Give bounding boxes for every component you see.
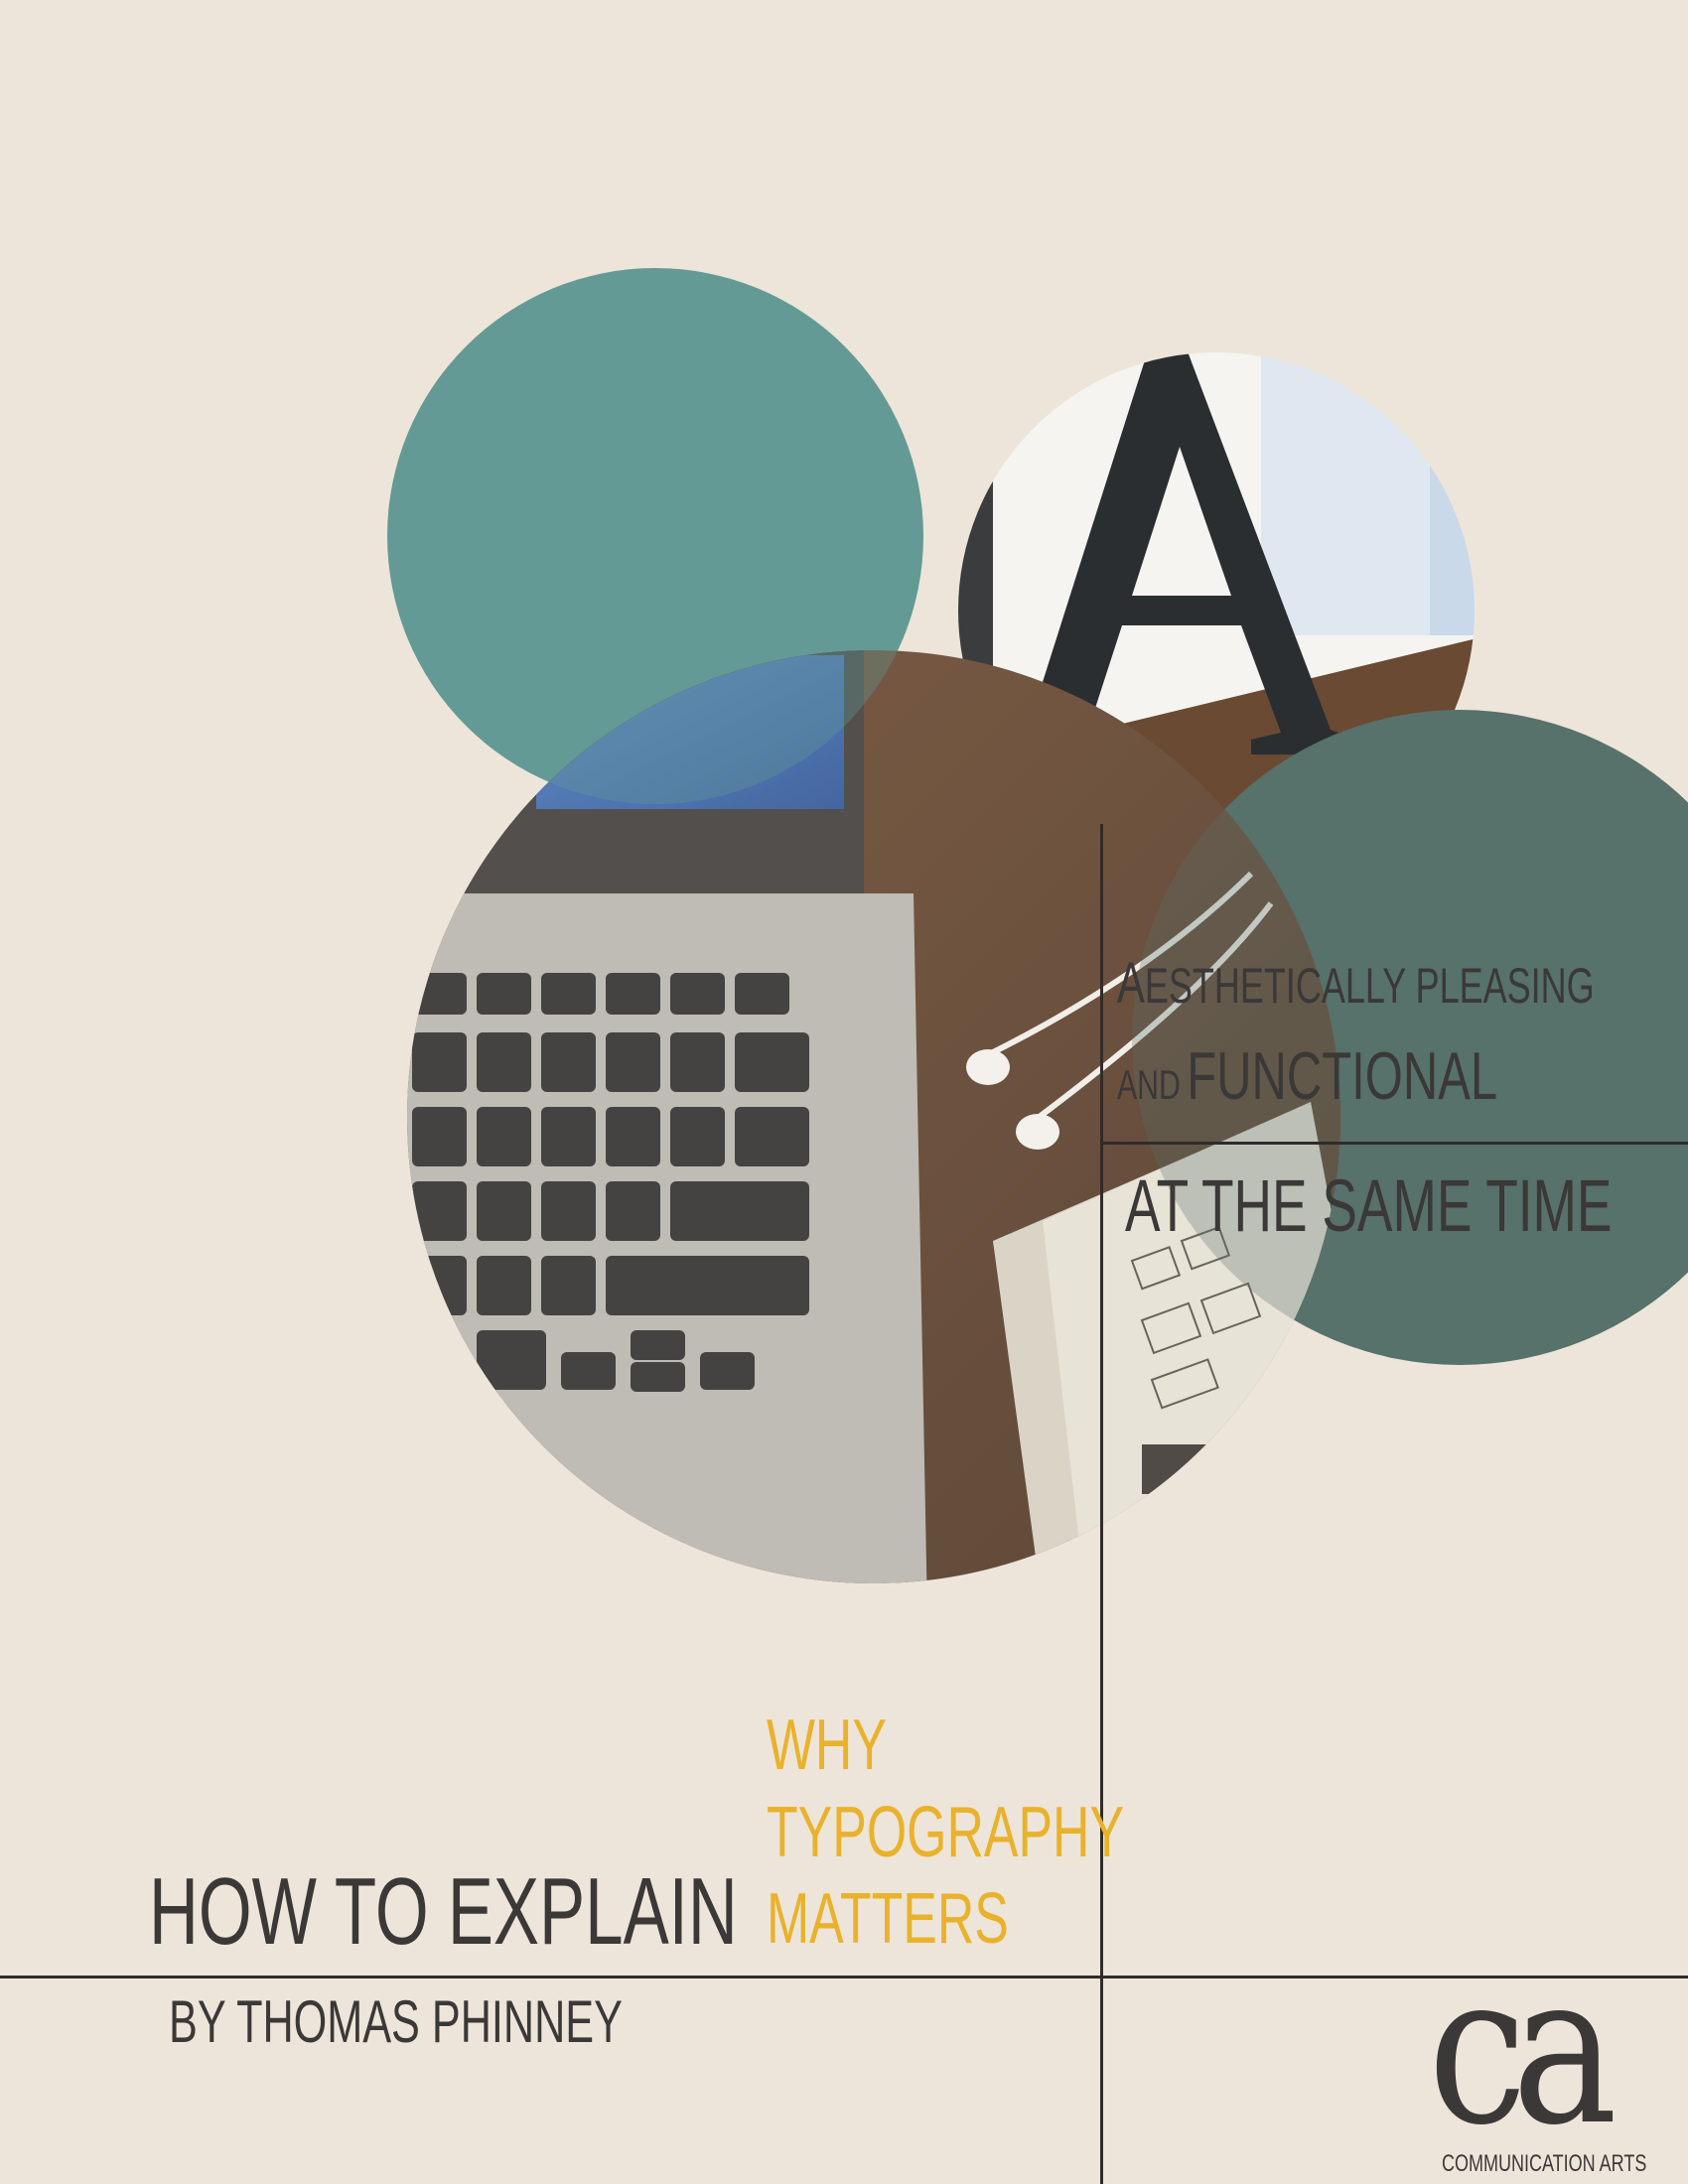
tagline-line-3: AT THE SAME TIME — [1125, 1164, 1613, 1247]
logo-text: COMMUNICATION ARTS — [1442, 2150, 1647, 2177]
byline: BY THOMAS PHINNEY — [169, 1988, 623, 2055]
tagline-and: AND — [1117, 1061, 1181, 1108]
title-matters: MATTERS — [767, 1879, 1009, 1959]
vertical-rule — [1100, 824, 1103, 2184]
title-how-to-explain: HOW TO EXPLAIN — [149, 1858, 738, 1965]
magazine-cover: AESTHETICALLY PLEASING AND FUNCTIONAL AT… — [0, 0, 1688, 2184]
logo-mark: ca — [1428, 1928, 1618, 2171]
tagline-line-2: AND FUNCTIONAL — [1117, 1042, 1497, 1110]
tagline-line-1: AESTHETICALLY PLEASING — [1117, 955, 1595, 1013]
tagline-functional: FUNCTIONAL — [1187, 1038, 1498, 1114]
middle-horizontal-rule — [1100, 1142, 1688, 1145]
title-typography: TYPOGRAPHY — [767, 1793, 1125, 1872]
tagline-line-1-text: ESTHETICALLY PLEASING — [1144, 958, 1595, 1014]
title-why: WHY — [767, 1706, 887, 1785]
tagline-initial: A — [1117, 951, 1145, 1016]
